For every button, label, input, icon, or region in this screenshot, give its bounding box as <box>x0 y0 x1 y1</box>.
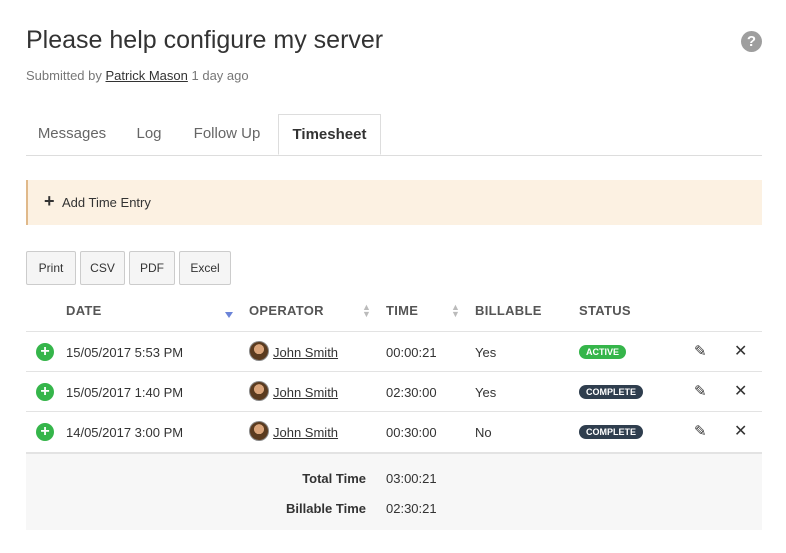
date-cell: 15/05/2017 5:53 PM <box>66 345 184 360</box>
column-header-date[interactable]: DATE <box>66 303 102 318</box>
column-header-billable: BILLABLE <box>475 303 542 318</box>
print-button[interactable]: Print <box>26 251 76 285</box>
plus-icon: + <box>44 191 55 211</box>
total-time-label: Total Time <box>302 471 366 486</box>
tab-log[interactable]: Log <box>122 114 176 154</box>
submitted-by: Submitted by Patrick Mason 1 day ago <box>26 68 249 83</box>
billable-time-label: Billable Time <box>286 501 366 516</box>
author-link[interactable]: Patrick Mason <box>106 68 188 83</box>
add-time-entry-label: Add Time Entry <box>62 195 151 210</box>
pencil-icon[interactable]: ✎ <box>694 382 707 400</box>
sort-desc-icon[interactable] <box>225 312 233 318</box>
billable-cell: Yes <box>475 385 497 400</box>
time-cell: 00:30:00 <box>386 425 437 440</box>
avatar <box>249 341 269 361</box>
table-row: + 15/05/2017 1:40 PM John Smith 02:30:00… <box>26 372 762 412</box>
close-icon[interactable]: ✕ <box>734 341 747 361</box>
column-header-status: STATUS <box>579 303 631 318</box>
tab-bar: Messages Log Follow Up Timesheet <box>26 114 762 156</box>
date-cell: 15/05/2017 1:40 PM <box>66 385 184 400</box>
status-badge: COMPLETE <box>579 425 644 439</box>
table-row: + 14/05/2017 3:00 PM John Smith 00:30:00… <box>26 412 762 452</box>
operator-link[interactable]: John Smith <box>273 425 338 440</box>
avatar <box>249 381 269 401</box>
submitted-time: 1 day ago <box>191 68 249 83</box>
time-cell: 02:30:00 <box>386 385 437 400</box>
status-badge: ACTIVE <box>579 345 627 359</box>
add-time-entry-bar[interactable]: + Add Time Entry <box>26 180 762 225</box>
help-icon[interactable]: ? <box>741 31 762 52</box>
sort-icon[interactable]: ▲ ▼ <box>362 303 371 319</box>
avatar <box>249 421 269 441</box>
add-circle-icon[interactable]: + <box>36 383 54 401</box>
time-cell: 00:00:21 <box>386 345 437 360</box>
page-title: Please help configure my server <box>26 26 384 54</box>
submitted-by-prefix: Submitted by <box>26 68 102 83</box>
total-time-value: 03:00:21 <box>386 471 437 486</box>
billable-cell: Yes <box>475 345 497 360</box>
billable-time-value: 02:30:21 <box>386 501 437 516</box>
totals-footer: Total Time 03:00:21 Billable Time 02:30:… <box>26 452 762 530</box>
close-icon[interactable]: ✕ <box>734 381 747 401</box>
tab-timesheet[interactable]: Timesheet <box>278 114 381 155</box>
add-circle-icon[interactable]: + <box>36 423 54 441</box>
table-row: + 15/05/2017 5:53 PM John Smith 00:00:21… <box>26 332 762 372</box>
pencil-icon[interactable]: ✎ <box>694 342 707 360</box>
add-circle-icon[interactable]: + <box>36 343 54 361</box>
csv-button[interactable]: CSV <box>80 251 125 285</box>
status-badge: COMPLETE <box>579 385 644 399</box>
pdf-button[interactable]: PDF <box>129 251 175 285</box>
close-icon[interactable]: ✕ <box>734 421 747 441</box>
tab-messages[interactable]: Messages <box>26 114 118 154</box>
operator-link[interactable]: John Smith <box>273 345 338 360</box>
tab-follow-up[interactable]: Follow Up <box>182 114 272 154</box>
excel-button[interactable]: Excel <box>179 251 231 285</box>
operator-link[interactable]: John Smith <box>273 385 338 400</box>
column-header-operator[interactable]: OPERATOR <box>249 303 324 318</box>
sort-icon[interactable]: ▲ ▼ <box>451 303 460 319</box>
column-header-time[interactable]: TIME <box>386 303 418 318</box>
pencil-icon[interactable]: ✎ <box>694 422 707 440</box>
date-cell: 14/05/2017 3:00 PM <box>66 425 184 440</box>
billable-cell: No <box>475 425 492 440</box>
